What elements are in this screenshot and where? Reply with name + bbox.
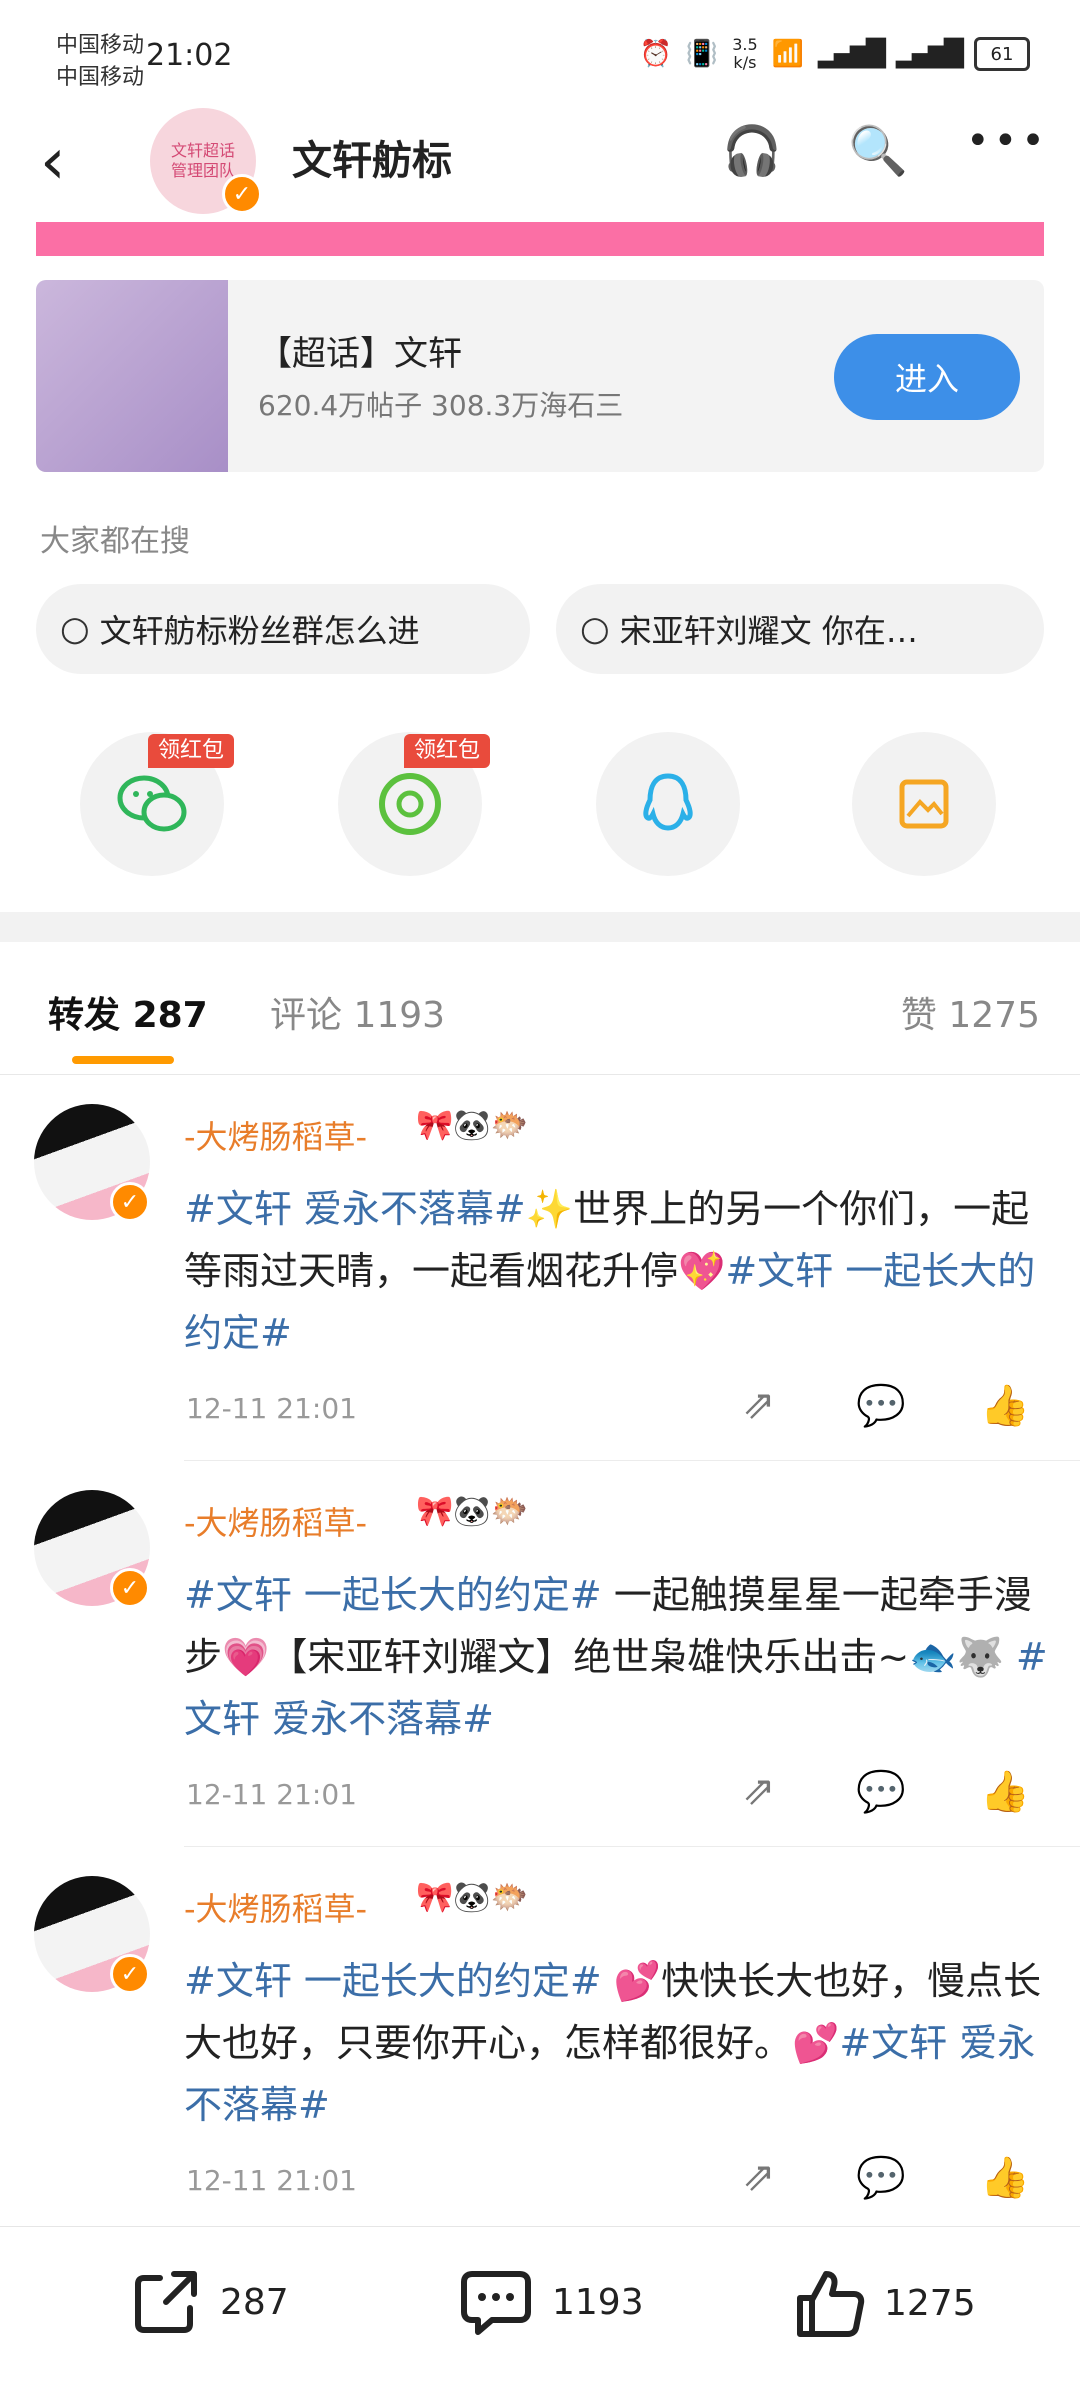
- repost-icon: [135, 2271, 197, 2333]
- like-icon[interactable]: 👍: [980, 2154, 1030, 2201]
- search-icon: ○: [60, 609, 90, 649]
- comment-icon[interactable]: 💬: [856, 1768, 906, 1815]
- post-time: 12-11 21:01: [186, 1778, 357, 1811]
- repost-icon[interactable]: ⇗: [742, 1382, 776, 1428]
- wechat-icon: [117, 775, 187, 832]
- carrier-2: 中国移动: [56, 65, 145, 90]
- post-username[interactable]: -大烤肠稻草-: [184, 1884, 367, 1930]
- status-bar: 中国移动 中国移动 21:02 ⏰ 📳 3.5 k/s 📶 ▂▄▆█ ▂▄▆█ …: [0, 0, 1080, 120]
- red-packet-tag: 领红包: [404, 734, 491, 768]
- status-time: 21:02: [146, 38, 233, 73]
- tab-indicator: [72, 1056, 174, 1064]
- back-icon[interactable]: ‹: [40, 130, 66, 194]
- tab-repost[interactable]: 转发 287: [48, 986, 208, 1038]
- verified-icon: ✓: [110, 1568, 150, 1608]
- comment-icon[interactable]: 💬: [856, 2154, 906, 2201]
- supertopic-stats: 620.4万帖子 308.3万海石三: [258, 389, 624, 422]
- save-image-icon: [899, 779, 949, 829]
- wifi-icon: 📶: [771, 39, 805, 69]
- battery-icon: 61: [974, 37, 1030, 71]
- page-title: 文轩舫标: [292, 138, 452, 184]
- search-icon[interactable]: 🔍: [848, 122, 908, 179]
- bottom-like-count: 1275: [884, 2282, 976, 2324]
- tab-like[interactable]: 赞 1275: [901, 986, 1040, 1038]
- bottom-repost-count: 287: [220, 2281, 289, 2323]
- supertopic-image: [36, 280, 228, 472]
- avatar-text: 文轩超话 管理团队: [170, 141, 235, 180]
- repost-icon[interactable]: ⇗: [742, 1768, 776, 1814]
- post-divider: [184, 1846, 1080, 1847]
- more-icon[interactable]: •••: [966, 118, 1049, 164]
- search-suggestion-text: 文轩舫标粉丝群怎么进: [99, 612, 420, 650]
- repost-icon[interactable]: ⇗: [742, 2154, 776, 2200]
- net-speed: 3.5 k/s: [732, 35, 758, 72]
- comment-icon[interactable]: 💬: [856, 1382, 906, 1429]
- search-suggestion-1[interactable]: ○ 文轩舫标粉丝群怎么进: [36, 584, 530, 674]
- alarm-icon: ⏰: [639, 39, 672, 69]
- post-divider: [184, 1460, 1080, 1461]
- enter-button[interactable]: 进入: [834, 334, 1020, 420]
- post-time: 12-11 21:01: [186, 2164, 357, 2197]
- post-text: #文轩 一起长大的约定# 💕快快长大也好，慢点长大也好，只要你开心，怎样都很好。…: [184, 1959, 1042, 2127]
- search-icon: ○: [580, 609, 610, 649]
- comment-icon: [461, 2271, 531, 2335]
- user-badges: 🎀🐼🐡: [416, 1880, 529, 1915]
- bottom-like-button[interactable]: 1275: [792, 2266, 976, 2340]
- post-username[interactable]: -大烤肠稻草-: [184, 1112, 367, 1158]
- carrier-info: 中国移动 中国移动: [56, 30, 144, 94]
- post-time: 12-11 21:01: [186, 1392, 357, 1425]
- signal-icon: ▂▄▆█: [818, 39, 886, 69]
- verified-icon: ✓: [110, 1954, 150, 1994]
- carrier-1: 中国移动: [56, 33, 145, 58]
- search-suggestion-2[interactable]: ○ 宋亚轩刘耀文 你在…: [556, 584, 1044, 674]
- like-icon[interactable]: 👍: [980, 1768, 1030, 1815]
- user-badges: 🎀🐼🐡: [416, 1108, 529, 1143]
- search-suggestion-text: 宋亚轩刘耀文 你在…: [619, 612, 918, 650]
- moments-icon: [379, 773, 441, 835]
- post-text: #文轩 爱永不落幕#✨世界上的另一个你们，一起等雨过天晴，一起看烟花升停💖#文轩…: [184, 1187, 1036, 1355]
- headphones-icon[interactable]: 🎧: [722, 122, 782, 179]
- bottom-repost-button[interactable]: 287: [130, 2266, 289, 2338]
- section-divider: [0, 912, 1080, 942]
- like-icon[interactable]: 👍: [980, 1382, 1030, 1429]
- save-image[interactable]: [852, 732, 996, 876]
- tab-comment[interactable]: 评论 1193: [270, 986, 445, 1038]
- banner-strip: [36, 222, 1044, 256]
- verified-icon: ✓: [110, 1182, 150, 1222]
- red-packet-tag: 领红包: [148, 734, 235, 768]
- user-badges: 🎀🐼🐡: [416, 1494, 529, 1529]
- vibrate-icon: 📳: [685, 39, 719, 69]
- qq-icon: [643, 773, 693, 831]
- post-username[interactable]: -大烤肠稻草-: [184, 1498, 367, 1544]
- signal-icon-2: ▂▄▆█: [896, 39, 964, 69]
- like-icon: [797, 2271, 865, 2337]
- post-text: #文轩 一起长大的约定# 一起触摸星星一起牵手漫步💗【宋亚轩刘耀文】绝世枭雄快乐…: [184, 1573, 1048, 1741]
- bottom-comment-button[interactable]: 1193: [458, 2266, 644, 2338]
- tab-divider: [0, 1074, 1080, 1075]
- share-qq[interactable]: [596, 732, 740, 876]
- verified-icon: ✓: [222, 174, 262, 214]
- bottom-bar-divider: [0, 2226, 1080, 2227]
- bottom-comment-count: 1193: [552, 2281, 644, 2323]
- trending-search-heading: 大家都在搜: [40, 524, 190, 559]
- status-icons: ⏰ 📳 3.5 k/s 📶 ▂▄▆█ ▂▄▆█ 61: [639, 36, 1030, 72]
- supertopic-title: 【超话】文轩: [258, 334, 462, 374]
